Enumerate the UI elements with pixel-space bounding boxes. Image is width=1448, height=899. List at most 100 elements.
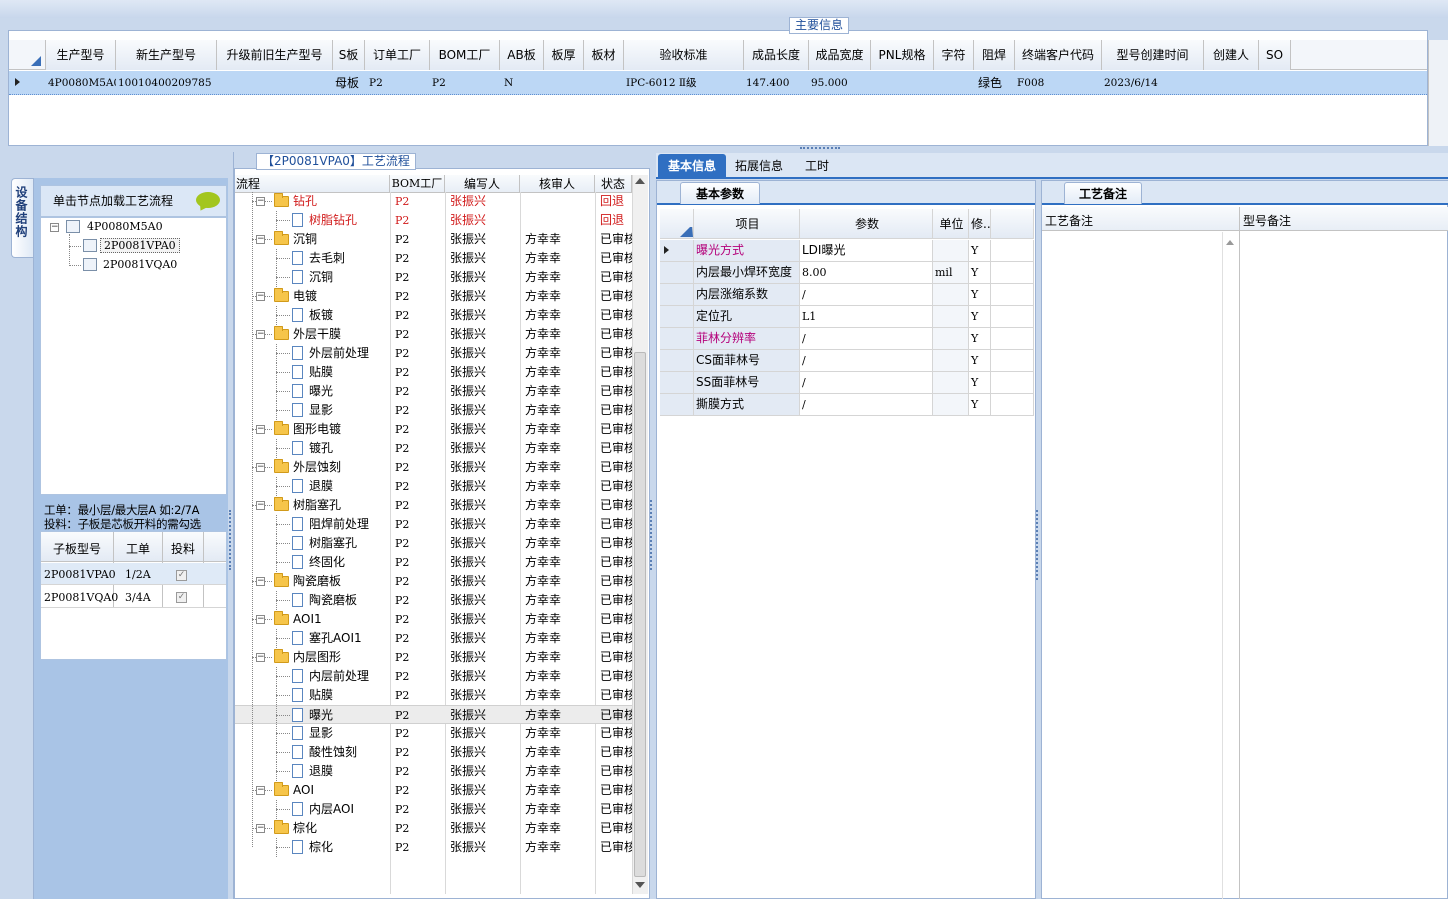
flow-row[interactable]: − 棕化 P2 张振兴 方幸幸 已审核	[235, 819, 632, 838]
flow-row[interactable]: 陶瓷磨板 P2 张振兴 方幸幸 已审核	[235, 591, 632, 610]
scroll-down-icon[interactable]	[635, 882, 645, 888]
flow-row[interactable]: − 外层蚀刻 P2 张振兴 方幸幸 已审核	[235, 458, 632, 477]
row-selector[interactable]	[660, 240, 694, 261]
splitter-left[interactable]	[650, 500, 656, 570]
col-header-3[interactable]: S板	[333, 40, 365, 70]
col-model-remarks[interactable]: 型号备注	[1243, 212, 1291, 229]
params-row[interactable]: 定位孔 L1 Y	[660, 306, 1034, 328]
row-selector[interactable]	[660, 262, 694, 283]
tab-basic-info[interactable]: 基本信息	[658, 154, 726, 178]
flow-row[interactable]: 外层前处理 P2 张振兴 方幸幸 已审核	[235, 344, 632, 363]
flow-row[interactable]: 树脂钻孔 P2 张振兴 回退	[235, 211, 632, 230]
flow-row[interactable]: − 电镀 P2 张振兴 方幸幸 已审核	[235, 287, 632, 306]
main-scrollbar[interactable]	[1428, 40, 1448, 146]
flow-row[interactable]: 内层AOI P2 张振兴 方幸幸 已审核	[235, 800, 632, 819]
splitter-handle[interactable]	[800, 147, 840, 151]
flow-row[interactable]: 显影 P2 张振兴 方幸幸 已审核	[235, 401, 632, 420]
tree-toggle-icon[interactable]: −	[256, 425, 265, 434]
tree-toggle-icon[interactable]: −	[256, 615, 265, 624]
param-value[interactable]: L1	[800, 306, 933, 327]
col-sub-model[interactable]: 子板型号	[41, 540, 113, 557]
flow-row[interactable]: 棕化 P2 张振兴 方幸幸 已审核	[235, 838, 632, 857]
flow-row[interactable]: 镀孔 P2 张振兴 方幸幸 已审核	[235, 439, 632, 458]
sub-row-2-checkbox[interactable]: ✓	[176, 590, 187, 604]
flow-row[interactable]: − 外层干膜 P2 张振兴 方幸幸 已审核	[235, 325, 632, 344]
param-value[interactable]: LDI曝光	[800, 240, 933, 261]
row-selector[interactable]	[660, 350, 694, 371]
param-value[interactable]: /	[800, 284, 933, 305]
param-value[interactable]: /	[800, 372, 933, 393]
row-selector[interactable]	[660, 284, 694, 305]
params-row[interactable]: 撕膜方式 / Y	[660, 394, 1034, 416]
row-selector[interactable]	[660, 328, 694, 349]
flow-row[interactable]: − AOI P2 张振兴 方幸幸 已审核	[235, 781, 632, 800]
col-header-14[interactable]: 阻焊	[974, 40, 1015, 70]
tree-toggle-icon[interactable]: −	[256, 653, 265, 662]
flow-row[interactable]: − 树脂塞孔 P2 张振兴 方幸幸 已审核	[235, 496, 632, 515]
col-header-12[interactable]: PNL规格	[871, 40, 934, 70]
flow-row[interactable]: 板镀 P2 张振兴 方幸幸 已审核	[235, 306, 632, 325]
flow-row[interactable]: 阻焊前处理 P2 张振兴 方幸幸 已审核	[235, 515, 632, 534]
flow-col-header-4[interactable]: 状态	[595, 175, 632, 193]
row-selector[interactable]	[660, 394, 694, 415]
splitter-struct[interactable]	[229, 510, 233, 570]
remarks-scrollbar[interactable]	[1222, 232, 1238, 899]
flow-col-header-2[interactable]: 编写人	[445, 175, 520, 193]
param-value[interactable]: /	[800, 394, 933, 415]
col-header-8[interactable]: 板材	[584, 40, 624, 70]
col-header-6[interactable]: AB板	[500, 40, 544, 70]
flow-row[interactable]: − 内层图形 P2 张振兴 方幸幸 已审核	[235, 648, 632, 667]
col-header-9[interactable]: 验收标准	[624, 40, 744, 70]
flow-row[interactable]: − 钻孔 P2 张振兴 回退	[235, 192, 632, 211]
col-header-7[interactable]: 板厚	[544, 40, 584, 70]
flow-row[interactable]: 沉铜 P2 张振兴 方幸幸 已审核	[235, 268, 632, 287]
row-selector[interactable]	[660, 306, 694, 327]
flow-row[interactable]: 塞孔AOI1 P2 张振兴 方幸幸 已审核	[235, 629, 632, 648]
flow-row[interactable]: 退膜 P2 张振兴 方幸幸 已审核	[235, 477, 632, 496]
scroll-up-icon[interactable]	[635, 178, 645, 184]
flow-row[interactable]: 显影 P2 张振兴 方幸幸 已审核	[235, 724, 632, 743]
tree-root-node[interactable]: 4P0080M5A0	[87, 220, 163, 233]
params-col-header-3[interactable]: 单位	[933, 209, 969, 239]
row-selector[interactable]	[660, 372, 694, 393]
tab-extended-info[interactable]: 拓展信息	[728, 154, 790, 178]
col-header-1[interactable]: 新生产型号	[116, 40, 217, 70]
params-row[interactable]: 内层涨缩系数 / Y	[660, 284, 1034, 306]
param-value[interactable]: 8.00	[800, 262, 933, 283]
col-sub-feed[interactable]: 投料	[163, 540, 203, 557]
col-header-17[interactable]: 创建人	[1204, 40, 1259, 70]
flow-row[interactable]: − 沉铜 P2 张振兴 方幸幸 已审核	[235, 230, 632, 249]
tree-toggle-icon[interactable]: −	[256, 463, 265, 472]
params-col-header-5[interactable]	[991, 209, 1034, 239]
params-row[interactable]: 曝光方式 LDI曝光 Y	[660, 240, 1034, 262]
tree-toggle-icon[interactable]: −	[256, 235, 265, 244]
col-header-0[interactable]: 生产型号	[46, 40, 116, 70]
flow-col-header-3[interactable]: 核审人	[520, 175, 595, 193]
col-header-4[interactable]: 订单工厂	[365, 40, 430, 70]
flow-row[interactable]: 曝光 P2 张振兴 方幸幸 已审核	[235, 382, 632, 401]
col-header-18[interactable]: SO	[1259, 40, 1291, 70]
col-sub-order[interactable]: 工单	[114, 540, 162, 557]
tree-toggle-icon[interactable]: −	[256, 330, 265, 339]
tree-toggle-icon[interactable]: −	[256, 824, 265, 833]
flow-row[interactable]: 曝光 P2 张振兴 方幸幸 已审核	[235, 705, 632, 725]
col-header-11[interactable]: 成品宽度	[809, 40, 871, 70]
tab-hours[interactable]: 工时	[792, 154, 842, 178]
flow-col-header-1[interactable]: BOM工厂	[390, 175, 445, 193]
params-row[interactable]: 菲林分辨率 / Y	[660, 328, 1034, 350]
params-col-header-1[interactable]: 项目	[694, 209, 800, 239]
flow-col-header-0[interactable]: 流程	[235, 175, 390, 193]
col-process-remarks[interactable]: 工艺备注	[1045, 212, 1093, 229]
remarks-scroll-up-icon[interactable]	[1226, 240, 1234, 245]
param-value[interactable]: /	[800, 328, 933, 349]
tab-process-remarks[interactable]: 工艺备注	[1064, 182, 1142, 204]
params-col-header-2[interactable]: 参数	[800, 209, 933, 239]
flow-row[interactable]: 去毛刺 P2 张振兴 方幸幸 已审核	[235, 249, 632, 268]
params-row[interactable]: CS面菲林号 / Y	[660, 350, 1034, 372]
col-header-16[interactable]: 型号创建时间	[1102, 40, 1204, 70]
flow-row[interactable]: − AOI1 P2 张振兴 方幸幸 已审核	[235, 610, 632, 629]
flow-row[interactable]: − 图形电镀 P2 张振兴 方幸幸 已审核	[235, 420, 632, 439]
tree-toggle-icon[interactable]: −	[256, 501, 265, 510]
flow-row[interactable]: − 陶瓷磨板 P2 张振兴 方幸幸 已审核	[235, 572, 632, 591]
col-header-5[interactable]: BOM工厂	[430, 40, 500, 70]
